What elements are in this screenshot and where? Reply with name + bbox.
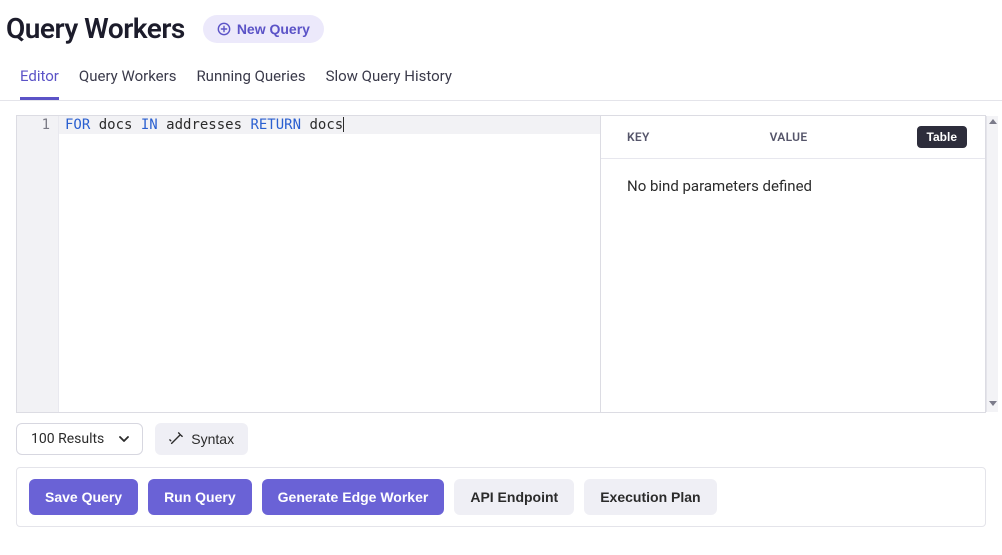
bind-panel-header: KEY VALUE Table	[601, 116, 985, 159]
chevron-down-icon	[118, 433, 130, 445]
syntax-label: Syntax	[191, 431, 234, 447]
bind-mode-button[interactable]: Table	[917, 126, 967, 148]
tab-query-workers[interactable]: Query Workers	[79, 53, 177, 100]
save-query-button[interactable]: Save Query	[29, 479, 138, 515]
actions-row: Save Query Run Query Generate Edge Worke…	[16, 467, 986, 527]
plus-circle-icon	[217, 22, 231, 36]
code-lines: FOR docs IN addresses RETURN docs	[59, 116, 600, 412]
tab-editor[interactable]: Editor	[20, 53, 59, 100]
scrollbar[interactable]	[986, 116, 998, 412]
code-gutter: 1	[17, 116, 59, 412]
line-number: 1	[17, 116, 50, 134]
syntax-button[interactable]: Syntax	[155, 423, 248, 455]
page-title: Query Workers	[6, 12, 185, 45]
editor-container: 1 FOR docs IN addresses RETURN docs KEY …	[16, 115, 986, 413]
bind-key-header: KEY	[627, 130, 650, 144]
bind-value-header: VALUE	[770, 130, 808, 144]
api-endpoint-button[interactable]: API Endpoint	[454, 479, 574, 515]
options-row: 100 Results Syntax	[16, 423, 986, 455]
tab-bar: Editor Query Workers Running Queries Slo…	[0, 53, 1002, 101]
workspace: 1 FOR docs IN addresses RETURN docs KEY …	[0, 101, 1002, 527]
wand-icon	[169, 432, 183, 446]
new-query-label: New Query	[237, 21, 310, 37]
code-editor[interactable]: 1 FOR docs IN addresses RETURN docs	[17, 116, 601, 412]
new-query-button[interactable]: New Query	[203, 15, 324, 43]
run-query-button[interactable]: Run Query	[148, 479, 252, 515]
results-dropdown[interactable]: 100 Results	[16, 423, 143, 455]
execution-plan-button[interactable]: Execution Plan	[584, 479, 716, 515]
bind-parameters-panel: KEY VALUE Table No bind parameters defin…	[601, 116, 985, 412]
results-label: 100 Results	[31, 431, 104, 447]
generate-edge-worker-button[interactable]: Generate Edge Worker	[262, 479, 445, 515]
bind-empty-message: No bind parameters defined	[601, 159, 985, 213]
tab-slow-query-history[interactable]: Slow Query History	[326, 53, 452, 100]
tab-running-queries[interactable]: Running Queries	[196, 53, 305, 100]
scroll-down-icon[interactable]	[989, 401, 997, 406]
scroll-up-icon[interactable]	[989, 119, 997, 124]
code-line[interactable]: FOR docs IN addresses RETURN docs	[59, 116, 600, 134]
page-header: Query Workers New Query	[0, 0, 1002, 53]
